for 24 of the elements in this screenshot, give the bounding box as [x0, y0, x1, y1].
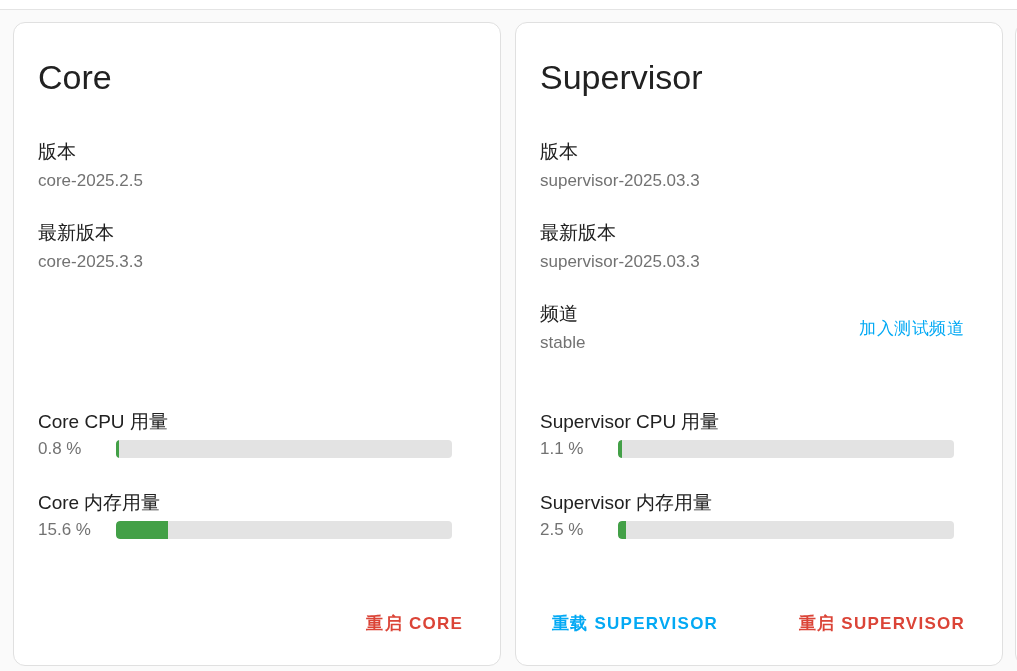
- info-value: stable: [540, 332, 586, 354]
- info-value: core-2025.2.5: [38, 170, 143, 192]
- channel-button[interactable]: 加入测试频道: [851, 310, 972, 346]
- info-value: supervisor-2025.03.3: [540, 170, 700, 192]
- info-label: 最新版本: [38, 221, 115, 245]
- info-label: 最新版本: [540, 221, 617, 245]
- metric-reading: 0.8 %: [38, 439, 83, 459]
- action-button[interactable]: 重启 CORE: [358, 605, 471, 641]
- metric-label: Supervisor CPU 用量: [540, 410, 721, 434]
- action-button[interactable]: 重启 SUPERVISOR: [790, 605, 973, 641]
- action-button[interactable]: 重载 SUPERVISOR: [544, 605, 727, 641]
- metric-reading: 1.1 %: [540, 439, 585, 459]
- info-label: 频道: [540, 302, 579, 326]
- info-label: 版本: [540, 140, 579, 164]
- metric-reading: 15.6 %: [38, 520, 92, 540]
- info-value: supervisor-2025.03.3: [540, 251, 700, 273]
- metric-label: Supervisor 内存用量: [540, 491, 714, 515]
- metric-label: Core 内存用量: [38, 491, 162, 515]
- metric-label: Core CPU 用量: [38, 410, 169, 434]
- card-title: Core: [37, 57, 113, 97]
- info-value: core-2025.3.3: [38, 251, 143, 273]
- metric-reading: 2.5 %: [540, 520, 585, 540]
- info-label: 版本: [38, 140, 77, 164]
- card-title: Supervisor: [539, 57, 704, 97]
